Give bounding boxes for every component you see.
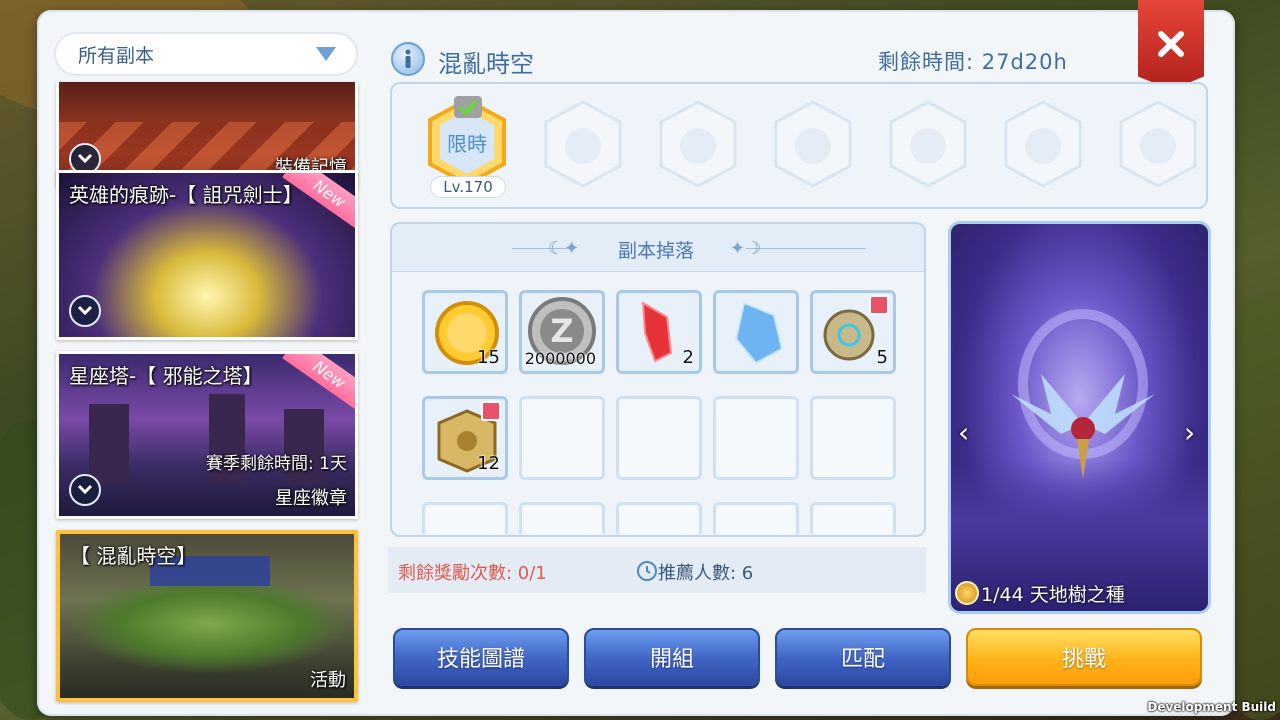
item-count: 12 [477, 453, 500, 474]
drop-slot-empty [519, 502, 605, 534]
svg-text:Z: Z [550, 312, 573, 350]
level-slot-locked[interactable] [774, 100, 852, 188]
drop-slot[interactable]: 12 [422, 396, 508, 480]
dungeon-card-title: 【 混亂時空】 [70, 544, 197, 568]
drop-slot-empty [422, 502, 508, 534]
chevron-down-icon [316, 47, 336, 61]
chevron-down-icon[interactable] [69, 295, 101, 327]
dungeon-card-chaos-spacetime[interactable]: 【 混亂時空】 活動 [56, 530, 358, 702]
preview-caption: 1/44 天地樹之種 [981, 584, 1125, 606]
drop-slot-empty [713, 502, 799, 534]
drop-slot-empty [810, 502, 896, 534]
item-count: 2 [682, 347, 694, 368]
blue-crystal-icon [734, 301, 784, 365]
item-count: 15 [477, 347, 500, 368]
level-slot-locked[interactable] [544, 100, 622, 188]
shop-icon [481, 401, 501, 421]
drop-slot[interactable]: 5 [810, 290, 896, 374]
chevron-down-icon[interactable] [69, 474, 101, 506]
dungeon-card-hero-trace[interactable]: New 英雄的痕跡-【 詛咒劍士】 [56, 170, 358, 340]
prev-arrow-icon[interactable]: ‹ [958, 416, 969, 449]
moon-ornament-icon: ☾✦ [548, 238, 580, 259]
reward-preview [948, 221, 1211, 614]
dungeon-card-title: 星座塔-【 邪能之塔】 [69, 364, 263, 388]
level-slot-locked[interactable] [1119, 100, 1197, 188]
level-badge: Lv.170 [430, 176, 506, 198]
level-slot-locked[interactable] [659, 100, 737, 188]
level-slot-locked[interactable] [1004, 100, 1082, 188]
item-count: 2000000 [524, 349, 596, 368]
close-icon [1158, 31, 1184, 57]
info-icon[interactable] [391, 42, 425, 76]
moon-ornament-icon: ✦☽ [730, 238, 762, 259]
team-up-button[interactable]: 開組 [584, 628, 760, 686]
level-slot-locked[interactable] [889, 100, 967, 188]
next-arrow-icon[interactable]: › [1184, 416, 1195, 449]
dungeon-title: 混亂時空 [438, 50, 534, 78]
dungeon-card-constellation-tower[interactable]: New 星座塔-【 邪能之塔】 賽季剩餘時間: 1天 星座徽章 [56, 351, 358, 519]
season-remaining-text: 賽季剩餘時間: 1天 [206, 454, 347, 474]
recommended-players-text: 推薦人數: 6 [658, 563, 754, 584]
drop-slot[interactable]: 2 [616, 290, 702, 374]
dungeon-filter-dropdown[interactable]: 所有副本 [54, 32, 358, 76]
item-count: 5 [876, 347, 888, 368]
drop-slot-empty [519, 396, 605, 480]
check-icon [454, 96, 482, 118]
development-build-watermark: Development Build [1147, 700, 1276, 714]
drop-slot-empty [713, 396, 799, 480]
drops-header: ☾✦ ✦☽ 副本掉落 [392, 224, 924, 272]
dungeon-drops-panel: ☾✦ ✦☽ 副本掉落 [390, 222, 926, 537]
reward-remaining-text: 剩餘獎勵次數: 0/1 [398, 563, 547, 584]
dungeon-sidebar: 所有副本 裝備記憶 New 英雄的痕跡-【 詛咒劍士】 New 星座塔-【 邪能… [52, 30, 362, 710]
drop-slot-empty [810, 396, 896, 480]
clock-icon [637, 561, 657, 581]
new-badge: New [282, 354, 355, 414]
drop-slot-empty [616, 502, 702, 534]
world-tree-seed-icon [1011, 309, 1155, 479]
dungeon-card-tag: 星座徽章 [275, 488, 347, 509]
gold-token-icon [955, 581, 979, 605]
drop-slot[interactable]: 15 [422, 290, 508, 374]
level-slot-current[interactable]: 限時 [428, 96, 506, 187]
shop-icon [869, 295, 889, 315]
drop-slot[interactable] [713, 290, 799, 374]
dungeon-filter-label: 所有副本 [78, 44, 155, 67]
close-button[interactable] [1138, 0, 1204, 90]
dungeon-card-title: 英雄的痕跡-【 詛咒劍士】 [69, 183, 303, 207]
skill-map-button[interactable]: 技能圖譜 [393, 628, 569, 686]
drop-slot[interactable]: Z 2000000 [519, 290, 605, 374]
dungeon-card-tag: 活動 [310, 670, 346, 691]
remaining-time: 剩餘時間: 27d20h [878, 50, 1068, 74]
drops-title: 副本掉落 [618, 240, 695, 262]
limited-time-label: 限時 [447, 132, 487, 156]
challenge-button[interactable]: 挑戰 [966, 628, 1202, 686]
match-button[interactable]: 匹配 [775, 628, 951, 686]
drop-slot-empty [616, 396, 702, 480]
